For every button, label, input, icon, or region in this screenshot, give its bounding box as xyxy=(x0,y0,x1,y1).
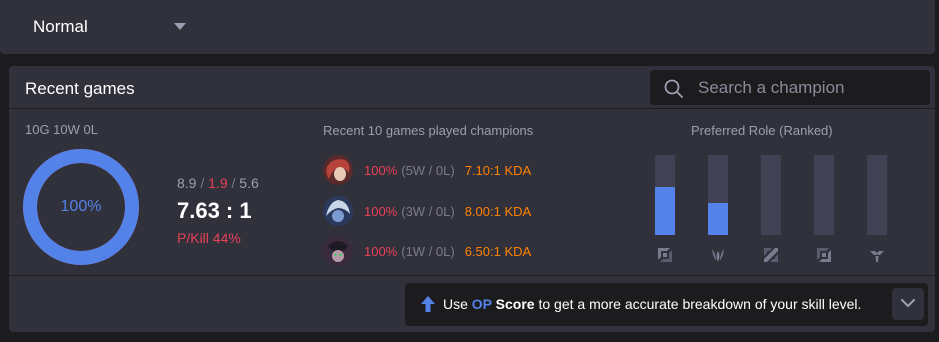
role-bar-fill xyxy=(655,187,675,235)
avg-deaths: 1.9 xyxy=(208,175,228,191)
search-icon xyxy=(664,79,683,98)
queue-filter-bar: Normal xyxy=(0,0,935,54)
kda-ratio: 7.63 : 1 xyxy=(177,198,252,223)
role-bar-jungle xyxy=(708,155,728,235)
champion-portrait-blue xyxy=(323,196,353,226)
bottom-lane-icon xyxy=(817,248,831,262)
recent-games-title: Recent games xyxy=(25,79,135,98)
champion-winrate: 100% xyxy=(364,243,398,259)
champion-record: (1W / 0L) xyxy=(401,243,455,259)
win-rate-label: 100% xyxy=(60,198,102,215)
champion-winrate: 100% xyxy=(364,203,398,219)
champion-kda: 6.50:1 KDA xyxy=(464,243,532,259)
champion-search-box[interactable] xyxy=(650,70,930,105)
champion-record: (5W / 0L) xyxy=(401,162,455,178)
op-score-tip-text: Use OP Score to get a more accurate brea… xyxy=(443,296,861,312)
chevron-down-icon xyxy=(901,299,915,307)
support-icon xyxy=(870,251,884,262)
queue-type-selected: Normal xyxy=(33,17,88,36)
role-bar-top xyxy=(655,155,675,235)
tip-suffix: to get a more accurate breakdown of your… xyxy=(534,296,862,312)
jungle-icon xyxy=(712,249,724,262)
expand-button[interactable] xyxy=(892,288,924,320)
games-record: 10G 10W 0L xyxy=(25,122,98,137)
champion-record: (3W / 0L) xyxy=(401,203,455,219)
arrow-up-icon xyxy=(421,296,435,312)
champion-kda: 7.10:1 KDA xyxy=(464,162,532,178)
kill-participation: P/Kill 44% xyxy=(177,230,241,246)
recent-games-panel: Recent games 10G 10W 0L 100% 8.9 / 1.9 /… xyxy=(9,66,935,332)
champion-portrait-purple xyxy=(323,236,353,266)
role-bar-fill xyxy=(708,203,728,235)
champion-kda: 8.00:1 KDA xyxy=(464,203,532,219)
role-bar-support xyxy=(867,155,887,235)
champion-row[interactable]: 100% (5W / 0L) 7.10:1 KDA xyxy=(323,155,531,185)
role-bar-bottom xyxy=(814,155,834,235)
role-bar-mid xyxy=(761,155,781,235)
op-score-tip: Use OP Score to get a more accurate brea… xyxy=(405,283,928,326)
preferred-role-title: Preferred Role (Ranked) xyxy=(691,123,833,138)
champion-winrate: 100% xyxy=(364,162,398,178)
tip-score-link[interactable]: Score xyxy=(492,296,535,312)
recent-champions-title: Recent 10 games played champions xyxy=(323,123,534,138)
tip-op-link[interactable]: OP xyxy=(472,296,492,312)
caret-down-icon xyxy=(174,23,186,30)
recent-games-summary: 10G 10W 0L 100% 8.9 / 1.9 / 5.6 7.63 : 1… xyxy=(9,110,935,276)
champion-search-input[interactable] xyxy=(698,70,923,105)
champion-portrait-red xyxy=(323,155,353,185)
recent-games-header: Recent games xyxy=(9,66,935,109)
champion-row[interactable]: 100% (1W / 0L) 6.50:1 KDA xyxy=(323,236,531,266)
average-kda: 8.9 / 1.9 / 5.6 xyxy=(177,175,259,191)
top-lane-icon xyxy=(658,248,672,262)
tip-prefix: Use xyxy=(443,296,472,312)
champion-row[interactable]: 100% (3W / 0L) 8.00:1 KDA xyxy=(323,196,531,226)
mid-lane-icon xyxy=(764,248,778,262)
avg-assists: 5.6 xyxy=(239,175,259,191)
queue-type-dropdown[interactable]: Normal xyxy=(16,9,194,45)
avg-kills: 8.9 xyxy=(177,175,197,191)
